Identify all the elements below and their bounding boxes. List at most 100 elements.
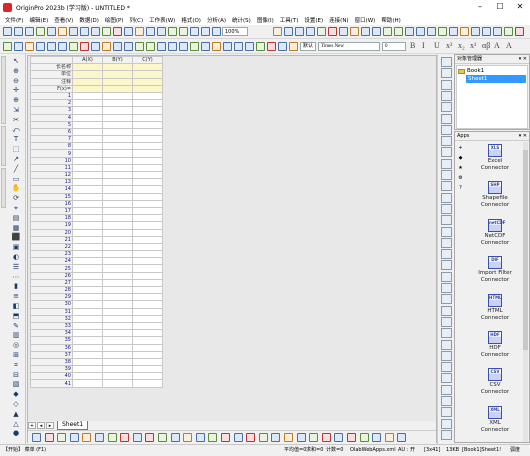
graph-type-icon[interactable] — [170, 433, 180, 442]
tool-icon[interactable]: ⤺ — [10, 126, 22, 135]
data-cell[interactable] — [72, 235, 103, 244]
row-header[interactable]: 34 — [30, 329, 73, 338]
toolbar-icon[interactable] — [256, 42, 265, 51]
toolbar-icon[interactable] — [405, 27, 414, 36]
data-cell[interactable] — [102, 199, 133, 208]
row-header[interactable]: 14 — [30, 185, 73, 194]
row-header[interactable]: 16 — [30, 199, 73, 208]
tool-icon[interactable]: ⌖ — [10, 204, 22, 213]
meta-cell[interactable] — [132, 70, 163, 79]
graph-type-icon[interactable] — [233, 433, 243, 442]
data-cell[interactable] — [102, 178, 133, 187]
tool-icon[interactable] — [441, 158, 452, 169]
toolbar-icon[interactable] — [80, 42, 89, 51]
graph-type-icon[interactable] — [221, 433, 230, 442]
tool-icon[interactable] — [441, 102, 452, 113]
format-button-2[interactable]: U — [434, 41, 440, 51]
data-cell[interactable] — [72, 170, 103, 180]
toolbar-icon[interactable] — [113, 27, 122, 36]
meta-cell[interactable] — [102, 77, 133, 86]
tool-icon[interactable]: ⋯ — [10, 273, 22, 282]
tree-item-sheet1[interactable]: Sheet1 — [466, 75, 526, 83]
data-cell[interactable] — [102, 329, 133, 338]
tool-icon[interactable]: ⟳ — [10, 194, 22, 203]
menu-item-8[interactable]: 分析(A) — [204, 16, 229, 24]
tool-icon[interactable]: △ — [10, 420, 22, 429]
data-cell[interactable] — [102, 285, 133, 295]
menu-item-13[interactable]: 连接(N) — [326, 16, 351, 24]
menu-item-6[interactable]: 工作表(W) — [146, 16, 178, 24]
data-cell[interactable] — [132, 142, 163, 151]
font-size-default-combo[interactable]: 默认 — [300, 42, 316, 51]
tool-icon[interactable]: ◆ — [10, 390, 22, 399]
tool-icon[interactable]: ↗ — [10, 155, 22, 164]
data-cell[interactable] — [72, 379, 103, 388]
row-header[interactable]: 9 — [30, 149, 73, 158]
row-header[interactable]: 27 — [30, 278, 73, 288]
tool-icon[interactable] — [441, 79, 452, 90]
toolbar-icon[interactable] — [124, 42, 133, 51]
messages-tab[interactable] — [1, 126, 6, 166]
data-cell[interactable] — [72, 135, 103, 144]
row-header[interactable]: 8 — [30, 142, 73, 151]
row-header[interactable]: 33 — [30, 321, 73, 331]
data-cell[interactable] — [102, 192, 133, 201]
tool-icon[interactable]: T — [10, 135, 22, 144]
row-header[interactable]: 6 — [30, 127, 73, 137]
graph-type-icon[interactable] — [208, 433, 218, 442]
tool-icon[interactable]: ▣ — [10, 243, 22, 252]
data-cell[interactable] — [132, 149, 163, 158]
graph-type-icon[interactable] — [69, 433, 79, 442]
toolbar-icon[interactable] — [80, 27, 89, 36]
tool-icon[interactable] — [441, 384, 452, 395]
data-cell[interactable] — [132, 257, 163, 266]
data-cell[interactable] — [72, 142, 103, 151]
data-cell[interactable] — [102, 293, 133, 302]
toolbar-icon[interactable] — [190, 42, 199, 51]
graph-type-icon[interactable] — [284, 433, 293, 442]
toolbar-icon[interactable] — [449, 27, 458, 36]
sheet-prev-button[interactable]: ◂ — [37, 422, 45, 429]
tool-icon[interactable]: ⊖ — [10, 77, 22, 86]
row-header[interactable]: 28 — [30, 285, 73, 295]
row-header[interactable]: 3 — [30, 106, 73, 115]
menu-item-9[interactable]: 统计(S) — [229, 16, 254, 24]
tool-icon[interactable]: ▦ — [10, 224, 22, 233]
tool-icon[interactable] — [441, 147, 452, 158]
tool-icon[interactable]: ⇲ — [10, 106, 22, 115]
row-header[interactable]: 10 — [30, 156, 73, 165]
data-cell[interactable] — [102, 271, 133, 280]
format-button-5[interactable]: x¹ — [470, 41, 476, 51]
graph-type-icon[interactable] — [296, 433, 306, 442]
data-cell[interactable] — [72, 336, 103, 345]
graph-type-icon[interactable] — [44, 433, 54, 442]
data-cell[interactable] — [72, 185, 103, 194]
toolbar-icon[interactable] — [135, 42, 144, 51]
tool-icon[interactable]: ⊕ — [10, 96, 22, 105]
toolbar-icon[interactable] — [212, 27, 221, 36]
toolbar-icon[interactable] — [289, 42, 298, 51]
data-cell[interactable] — [102, 350, 133, 359]
data-cell[interactable] — [72, 206, 103, 216]
zoom-combo[interactable]: 100% — [222, 27, 248, 36]
toolbar-icon[interactable] — [372, 27, 381, 36]
data-cell[interactable] — [72, 329, 103, 338]
meta-cell[interactable] — [72, 70, 103, 79]
toolbar-icon[interactable] — [339, 27, 348, 36]
data-cell[interactable] — [102, 221, 133, 230]
data-cell[interactable] — [72, 264, 103, 273]
data-cell[interactable] — [132, 285, 163, 295]
data-cell[interactable] — [72, 163, 103, 173]
row-header[interactable]: 12 — [30, 170, 73, 180]
toolbar-icon[interactable] — [427, 27, 436, 36]
scroll-thumb[interactable] — [523, 150, 528, 350]
tool-icon[interactable] — [441, 418, 452, 429]
data-cell[interactable] — [102, 106, 133, 115]
graph-type-icon[interactable] — [158, 433, 167, 442]
toolbar-icon[interactable] — [493, 27, 502, 36]
data-cell[interactable] — [72, 350, 103, 359]
tab-sheet1[interactable]: Sheet1 — [57, 421, 89, 430]
row-header[interactable]: 39 — [30, 365, 73, 374]
status-start[interactable]: 【开始】 菜单 (F1) — [3, 445, 46, 456]
graph-type-icon[interactable] — [145, 433, 155, 442]
